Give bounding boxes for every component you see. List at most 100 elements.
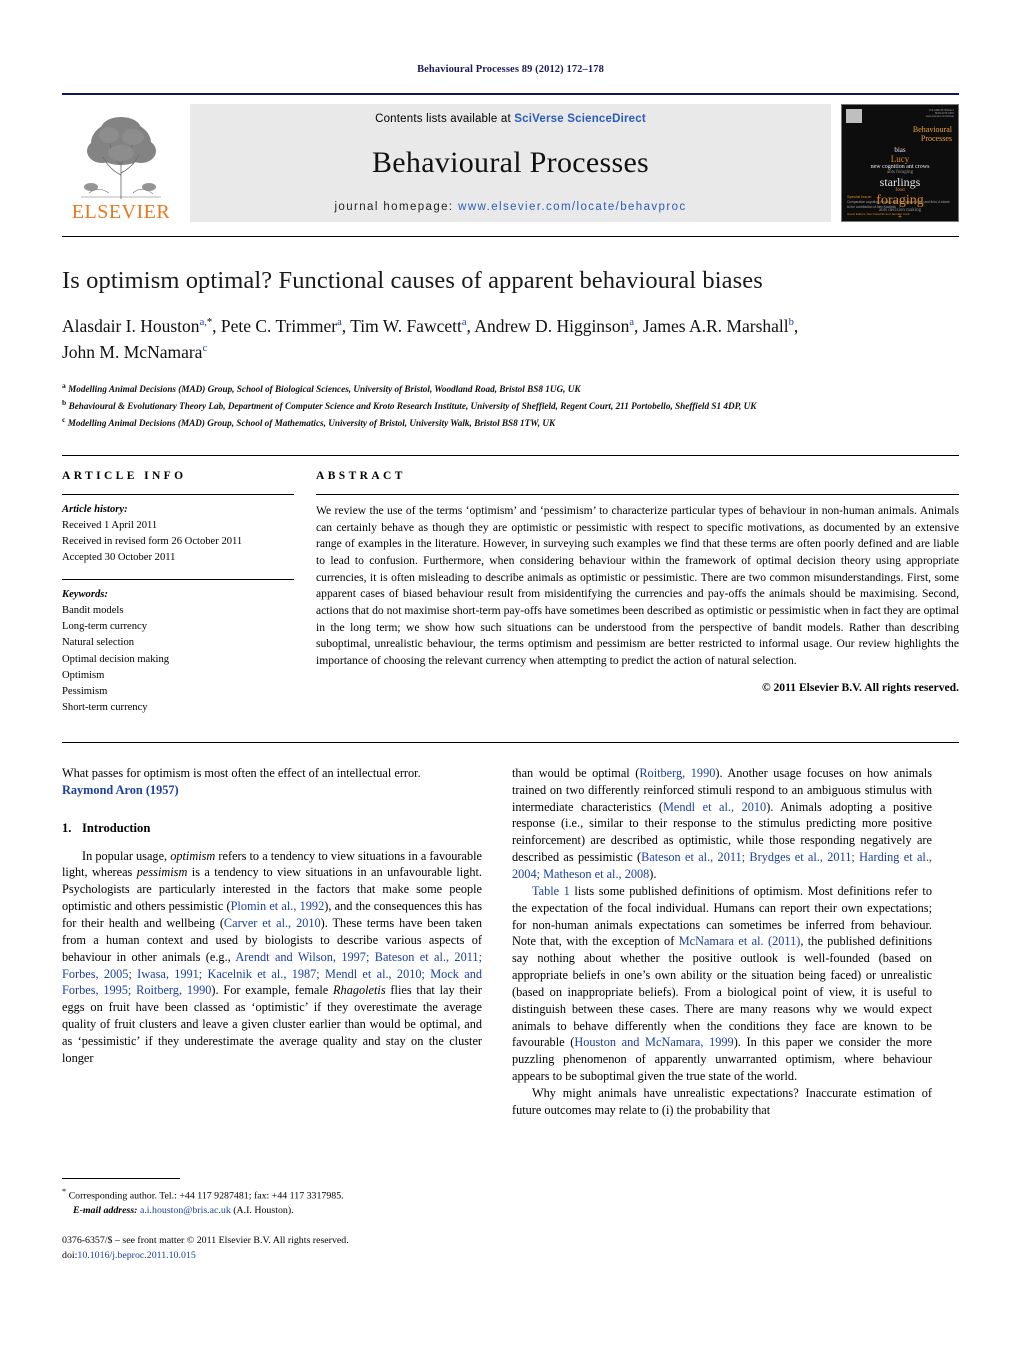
paper-page: Behavioural Processes 89 (2012) 172–178: [0, 0, 1021, 1351]
right-paragraph-3: Why might animals have unrealistic expec…: [512, 1085, 932, 1117]
author-3: Andrew D. Higginsona: [474, 316, 634, 336]
elsevier-logo: ELSEVIER: [62, 104, 180, 222]
journal-masthead: ELSEVIER Contents lists available at Sci…: [62, 93, 959, 222]
cover-title-line2: Processes: [920, 134, 952, 144]
citation-plomin-1992[interactable]: Plomin et al., 1992: [231, 899, 325, 913]
body-two-column: What passes for optimism is most often t…: [62, 741, 959, 1119]
footnote-corresponding-text: Corresponding author. Tel.: +44 117 9287…: [68, 1190, 344, 1202]
keyword-5: Pessimism: [62, 685, 108, 697]
author-name-4: James A.R. Marshall: [642, 316, 789, 337]
author-4: James A.R. Marshallb: [643, 316, 794, 336]
history-item-1: Received in revised form 26 October 2011: [62, 536, 243, 548]
affiliation-text-c: Modelling Animal Decisions (MAD) Group, …: [67, 417, 556, 428]
author-name-5: John M. McNamara: [62, 341, 203, 362]
left-paragraph-1: In popular usage, optimism refers to a t…: [62, 848, 482, 1067]
running-head: Behavioural Processes 89 (2012) 172–178: [417, 64, 604, 75]
corresponding-author-footnote: * Corresponding author. Tel.: +44 117 92…: [62, 1186, 482, 1218]
cover-masthead-text: VOLUME 89 ISSUE 2 ISSN 0376-6357 www.elsev…: [925, 109, 954, 119]
keyword-4: Optimism: [62, 669, 105, 681]
footnote-email-label: E-mail address:: [73, 1204, 138, 1216]
author-name-2: Tim W. Fawcett: [350, 316, 462, 337]
affiliation-mark-c: c: [62, 414, 66, 424]
corresponding-author-marker[interactable]: *: [207, 317, 212, 328]
author-name-3: Andrew D. Higginson: [474, 316, 630, 337]
author-affil-mark-3: a: [629, 317, 635, 329]
footnote-marker: *: [62, 1187, 67, 1196]
masthead-center-panel: Contents lists available at SciVerse Sci…: [190, 104, 831, 222]
author-name-0: Alasdair I. Houston: [62, 316, 200, 337]
citation-mendl-2010[interactable]: Mendl et al., 2010: [663, 800, 766, 814]
lp1-genus-italic: Rhagoletis: [333, 983, 386, 998]
affiliation-mark-b: b: [62, 397, 67, 407]
homepage-url-link[interactable]: www.elsevier.com/locate/behavproc: [458, 201, 686, 213]
cover-title-line1: Behavioural: [912, 125, 952, 134]
body-right-column: than would be optimal (Roitberg, 1990). …: [512, 765, 932, 1119]
journal-title: Behavioural Processes: [371, 146, 650, 179]
article-info-column: ARTICLE INFO Article history: Received 1…: [62, 470, 294, 716]
elsevier-wordmark: ELSEVIER: [71, 201, 171, 223]
section-1-number: 1.: [62, 820, 72, 835]
author-affil-mark-4: b: [788, 317, 794, 329]
article-history-label: Article history:: [62, 503, 128, 515]
rp1-a: than would be optimal (: [512, 765, 640, 780]
section-1-title: Introduction: [82, 820, 151, 835]
sciencedirect-link[interactable]: SciVerse ScienceDirect: [514, 113, 646, 125]
keyword-3: Optimal decision making: [62, 653, 170, 665]
author-5: John M. McNamarac: [62, 342, 207, 362]
affiliation-a: a Modelling Animal Decisions (MAD) Group…: [62, 380, 959, 397]
affiliation-text-b: Behavioural & Evolutionary Theory Lab, D…: [68, 400, 757, 411]
keyword-6: Short-term currency: [62, 701, 148, 713]
history-item-0: Received 1 April 2011: [62, 519, 158, 531]
epigraph-attribution[interactable]: Raymond Aron (1957): [62, 782, 482, 799]
footnote-email-owner: (A.I. Houston).: [233, 1204, 294, 1216]
cover-word-4: starlings: [879, 174, 921, 189]
citation-carver-2010[interactable]: Carver et al., 2010: [224, 916, 321, 930]
author-affil-mark-5: c: [202, 342, 208, 354]
right-paragraph-2: Table 1 lists some published definitions…: [512, 883, 932, 1085]
rp1-d: ).: [649, 867, 657, 882]
keywords-label: Keywords:: [62, 589, 108, 601]
elsevier-tree-icon: [81, 117, 161, 199]
citation-mcnamara-2011[interactable]: McNamara et al. (2011): [679, 934, 801, 948]
section-1-heading: 1. Introduction: [62, 821, 482, 836]
footnote-block: * Corresponding author. Tel.: +44 117 92…: [62, 1178, 482, 1264]
imprint-block: 0376-6357/$ – see front matter © 2011 El…: [62, 1234, 482, 1264]
affiliation-mark-a: a: [62, 380, 66, 390]
author-1: Pete C. Trimmera: [221, 316, 342, 336]
lp1-pessimism-italic: pessimism: [136, 865, 188, 880]
author-list: Alasdair I. Houstona,*, Pete C. Trimmera…: [62, 316, 799, 362]
cover-special-issue-block: Special Issue: Comparative cognition: fu…: [847, 194, 953, 216]
citation-houston-mcnamara-1999[interactable]: Houston and McNamara, 1999: [574, 1035, 733, 1049]
journal-homepage-line: journal homepage: www.elsevier.com/locat…: [334, 201, 686, 213]
author-affil-mark-0: a,: [199, 317, 207, 329]
abstract-text: We review the use of the terms ‘optimism…: [316, 503, 959, 668]
doi-line: doi:10.1016/j.beproc.2011.10.015: [62, 1249, 482, 1264]
abstract-copyright: © 2011 Elsevier B.V. All rights reserved…: [761, 680, 959, 694]
author-0: Alasdair I. Houstona,*: [62, 316, 212, 336]
cover-word-1: Lucy: [890, 153, 910, 164]
lp1-optimism-italic: optimism: [170, 848, 216, 863]
author-affil-mark-1: a: [337, 317, 342, 329]
body-left-column: What passes for optimism is most often t…: [62, 765, 482, 1119]
doi-label: doi:: [62, 1250, 78, 1262]
homepage-label: journal homepage:: [334, 201, 454, 213]
rp2-b: , the published definitions say nothing …: [512, 934, 932, 1050]
keyword-0: Bandit models: [62, 605, 124, 617]
cover-elsevier-mark-icon: [846, 109, 862, 123]
affiliation-text-a: Modelling Animal Decisions (MAD) Group, …: [68, 383, 581, 394]
title-block: Is optimism optimal? Functional causes o…: [62, 236, 959, 431]
footnote-email-link[interactable]: a.i.houston@bris.ac.uk: [140, 1205, 231, 1216]
contents-available-line: Contents lists available at SciVerse Sci…: [375, 113, 646, 125]
table-1-link[interactable]: Table 1: [532, 884, 570, 898]
abstract-heading: ABSTRACT: [316, 469, 406, 482]
doi-link[interactable]: 10.1016/j.beproc.2011.10.015: [77, 1250, 195, 1261]
contents-prefix: Contents lists available at: [375, 113, 515, 125]
citation-roitberg-1990[interactable]: Roitberg, 1990: [639, 766, 715, 780]
cover-header: VOLUME 89 ISSUE 2 ISSN 0376-6357 www.elsev…: [842, 105, 958, 123]
right-paragraph-1: than would be optimal (Roitberg, 1990). …: [512, 765, 932, 883]
lp1-a: In popular usage,: [82, 848, 171, 863]
footnote-rule: [62, 1178, 180, 1179]
author-affil-mark-2: a: [461, 317, 467, 329]
epigraph-text: What passes for optimism is most often t…: [62, 765, 421, 780]
footnote-line-1: * Corresponding author. Tel.: +44 117 92…: [62, 1186, 482, 1204]
